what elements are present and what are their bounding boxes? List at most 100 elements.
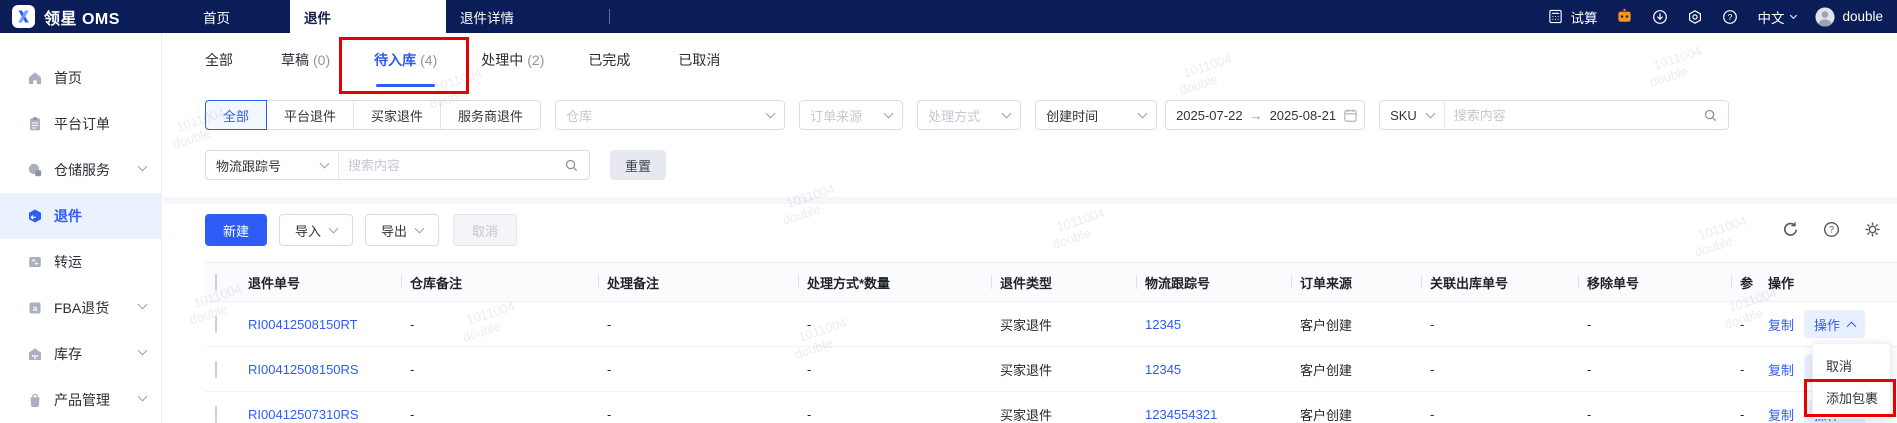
removal-no-value: - bbox=[1587, 406, 1592, 422]
topnav-returns-active-tab[interactable]: 退件 bbox=[290, 0, 446, 33]
reset-button[interactable]: 重置 bbox=[610, 150, 666, 180]
tab-completed[interactable]: 已完成 bbox=[588, 33, 634, 87]
order-no-link[interactable]: RI00412508150RT bbox=[248, 317, 358, 332]
topnav-returns-label: 退件 bbox=[304, 10, 331, 26]
topnav-home[interactable]: 首页 bbox=[203, 0, 230, 33]
app-title: 领星 OMS bbox=[44, 10, 120, 28]
sidebar-item-platform-orders[interactable]: 平台订单 bbox=[0, 101, 161, 147]
warehouse-select[interactable]: 仓库 bbox=[555, 100, 786, 130]
row-action-button[interactable]: 操作 bbox=[1804, 310, 1866, 338]
tab-cancelled[interactable]: 已取消 bbox=[678, 33, 724, 87]
row-checkbox[interactable] bbox=[215, 315, 217, 333]
import-button[interactable]: 导入 bbox=[279, 214, 353, 246]
copy-link[interactable]: 复制 bbox=[1768, 315, 1794, 334]
select-all-checkbox[interactable] bbox=[215, 273, 217, 291]
process-qty-value: - bbox=[807, 316, 812, 332]
date-type-select[interactable]: 创建时间 bbox=[1035, 100, 1158, 130]
sidebar-item-returns[interactable]: 退件 bbox=[0, 193, 161, 239]
sidebar-item-label: 转运 bbox=[54, 254, 82, 270]
header-order-no: 退件单号 bbox=[248, 275, 301, 291]
sidebar-item-label: 仓储服务 bbox=[54, 162, 110, 178]
chevron-down-icon bbox=[1137, 108, 1148, 118]
warehouse-service-icon bbox=[27, 162, 43, 178]
date-range-picker[interactable]: 2025-07-22 → 2025-08-21 bbox=[1165, 100, 1366, 130]
process-note-value: - bbox=[607, 406, 612, 422]
tab-label: 处理中 bbox=[481, 52, 524, 68]
header-tracking-no: 物流跟踪号 bbox=[1136, 273, 1300, 292]
tracking-no-link[interactable]: 12345 bbox=[1145, 317, 1181, 332]
segment-platform-return[interactable]: 平台退件 bbox=[267, 101, 355, 129]
header-return-type: 退件类型 bbox=[991, 273, 1145, 292]
segment-all[interactable]: 全部 bbox=[204, 100, 268, 130]
truncated-value: - bbox=[1740, 316, 1745, 332]
export-label: 导出 bbox=[380, 223, 407, 239]
gear-icon[interactable] bbox=[1687, 9, 1703, 25]
topnav-divider bbox=[609, 9, 610, 24]
sidebar-item-transfer[interactable]: 转运 bbox=[0, 239, 161, 285]
column-settings-icon[interactable] bbox=[1864, 221, 1881, 238]
order-source-select[interactable]: 订单来源 bbox=[799, 100, 904, 130]
help-circle-icon[interactable]: ? bbox=[1823, 221, 1840, 238]
sidebar-item-inventory[interactable]: 库存 bbox=[0, 331, 161, 377]
sidebar-item-warehouse-service[interactable]: 仓储服务 bbox=[0, 147, 161, 193]
tab-draft[interactable]: 草稿 (0) bbox=[281, 33, 330, 87]
table-row: RI00412508150RT - - - 买家退件 12345 客户创建 - … bbox=[205, 302, 1897, 347]
process-method-select[interactable]: 处理方式 bbox=[917, 100, 1022, 130]
help-icon[interactable]: ? bbox=[1722, 9, 1738, 25]
sidebar-item-fba-returns[interactable]: a FBA退货 bbox=[0, 285, 161, 331]
new-button[interactable]: 新建 bbox=[205, 214, 267, 246]
platform-orders-icon bbox=[27, 116, 43, 132]
order-no-link[interactable]: RI00412508150RS bbox=[248, 362, 359, 377]
chevron-down-icon bbox=[765, 108, 776, 118]
chevron-down-icon bbox=[137, 345, 148, 356]
row-action-menu: 取消 添加包裹 bbox=[1812, 343, 1891, 419]
tracking-no-link[interactable]: 1234554321 bbox=[1145, 407, 1217, 422]
segment-provider-return[interactable]: 服务商退件 bbox=[441, 101, 540, 129]
calculator-icon bbox=[1548, 9, 1563, 24]
download-icon[interactable] bbox=[1652, 9, 1668, 25]
import-label: 导入 bbox=[294, 223, 321, 239]
sidebar-item-label: 库存 bbox=[54, 346, 82, 362]
tracking-field-select[interactable]: 物流跟踪号 bbox=[206, 151, 339, 179]
filter-row-2: 物流跟踪号 重置 bbox=[205, 150, 666, 180]
robot-assistant-icon[interactable] bbox=[1616, 8, 1633, 25]
tab-label: 草稿 bbox=[281, 52, 309, 68]
process-method-placeholder: 处理方式 bbox=[928, 108, 981, 124]
tab-pending-inbound[interactable]: 待入库 (4) bbox=[374, 33, 437, 87]
order-source-placeholder: 订单来源 bbox=[810, 108, 863, 124]
filter-row-1: 全部 平台退件 买家退件 服务商退件 仓库 订单来源 处理方式 创建时间 202… bbox=[204, 100, 1730, 130]
row-checkbox[interactable] bbox=[215, 405, 217, 423]
tab-count: (0) bbox=[313, 52, 331, 68]
tab-all[interactable]: 全部 bbox=[205, 33, 237, 87]
language-switcher[interactable]: 中文 bbox=[1757, 7, 1798, 27]
chevron-down-icon bbox=[883, 108, 894, 118]
menu-item-cancel[interactable]: 取消 bbox=[1813, 349, 1890, 381]
language-label: 中文 bbox=[1757, 10, 1785, 26]
trial-button[interactable]: 试算 bbox=[1548, 7, 1597, 27]
tracking-no-link[interactable]: 12345 bbox=[1145, 362, 1181, 377]
tracking-search-input[interactable] bbox=[339, 157, 564, 173]
segment-buyer-return[interactable]: 买家退件 bbox=[354, 101, 442, 129]
order-source-value: 客户创建 bbox=[1300, 362, 1353, 378]
menu-item-add-package[interactable]: 添加包裹 bbox=[1813, 381, 1890, 413]
sidebar-item-product-management[interactable]: 产品管理 bbox=[0, 377, 161, 423]
order-no-link[interactable]: RI00412507310RS bbox=[248, 407, 359, 422]
sidebar-item-home[interactable]: 首页 bbox=[0, 55, 161, 101]
sku-search-input[interactable] bbox=[1444, 107, 1704, 123]
process-qty-value: - bbox=[807, 361, 812, 377]
search-icon[interactable] bbox=[1703, 108, 1718, 123]
row-checkbox[interactable] bbox=[215, 360, 217, 378]
user-menu[interactable]: double bbox=[1815, 6, 1883, 27]
search-icon[interactable] bbox=[564, 158, 579, 173]
tab-processing[interactable]: 处理中 (2) bbox=[481, 33, 544, 87]
sku-field-select[interactable]: SKU bbox=[1380, 101, 1445, 129]
warehouse-note-value: - bbox=[410, 361, 415, 377]
export-button[interactable]: 导出 bbox=[365, 214, 439, 246]
refresh-icon[interactable] bbox=[1782, 221, 1799, 238]
cancel-button[interactable]: 取消 bbox=[453, 214, 517, 246]
copy-link[interactable]: 复制 bbox=[1768, 405, 1794, 423]
copy-link[interactable]: 复制 bbox=[1768, 360, 1794, 379]
topnav-return-detail[interactable]: 退件详情 bbox=[460, 0, 514, 33]
sidebar-item-label: 产品管理 bbox=[54, 392, 110, 408]
table-header-row: 退件单号 仓库备注 处理备注 处理方式*数量 退件类型 物流跟踪号 订单来源 关… bbox=[205, 262, 1897, 302]
